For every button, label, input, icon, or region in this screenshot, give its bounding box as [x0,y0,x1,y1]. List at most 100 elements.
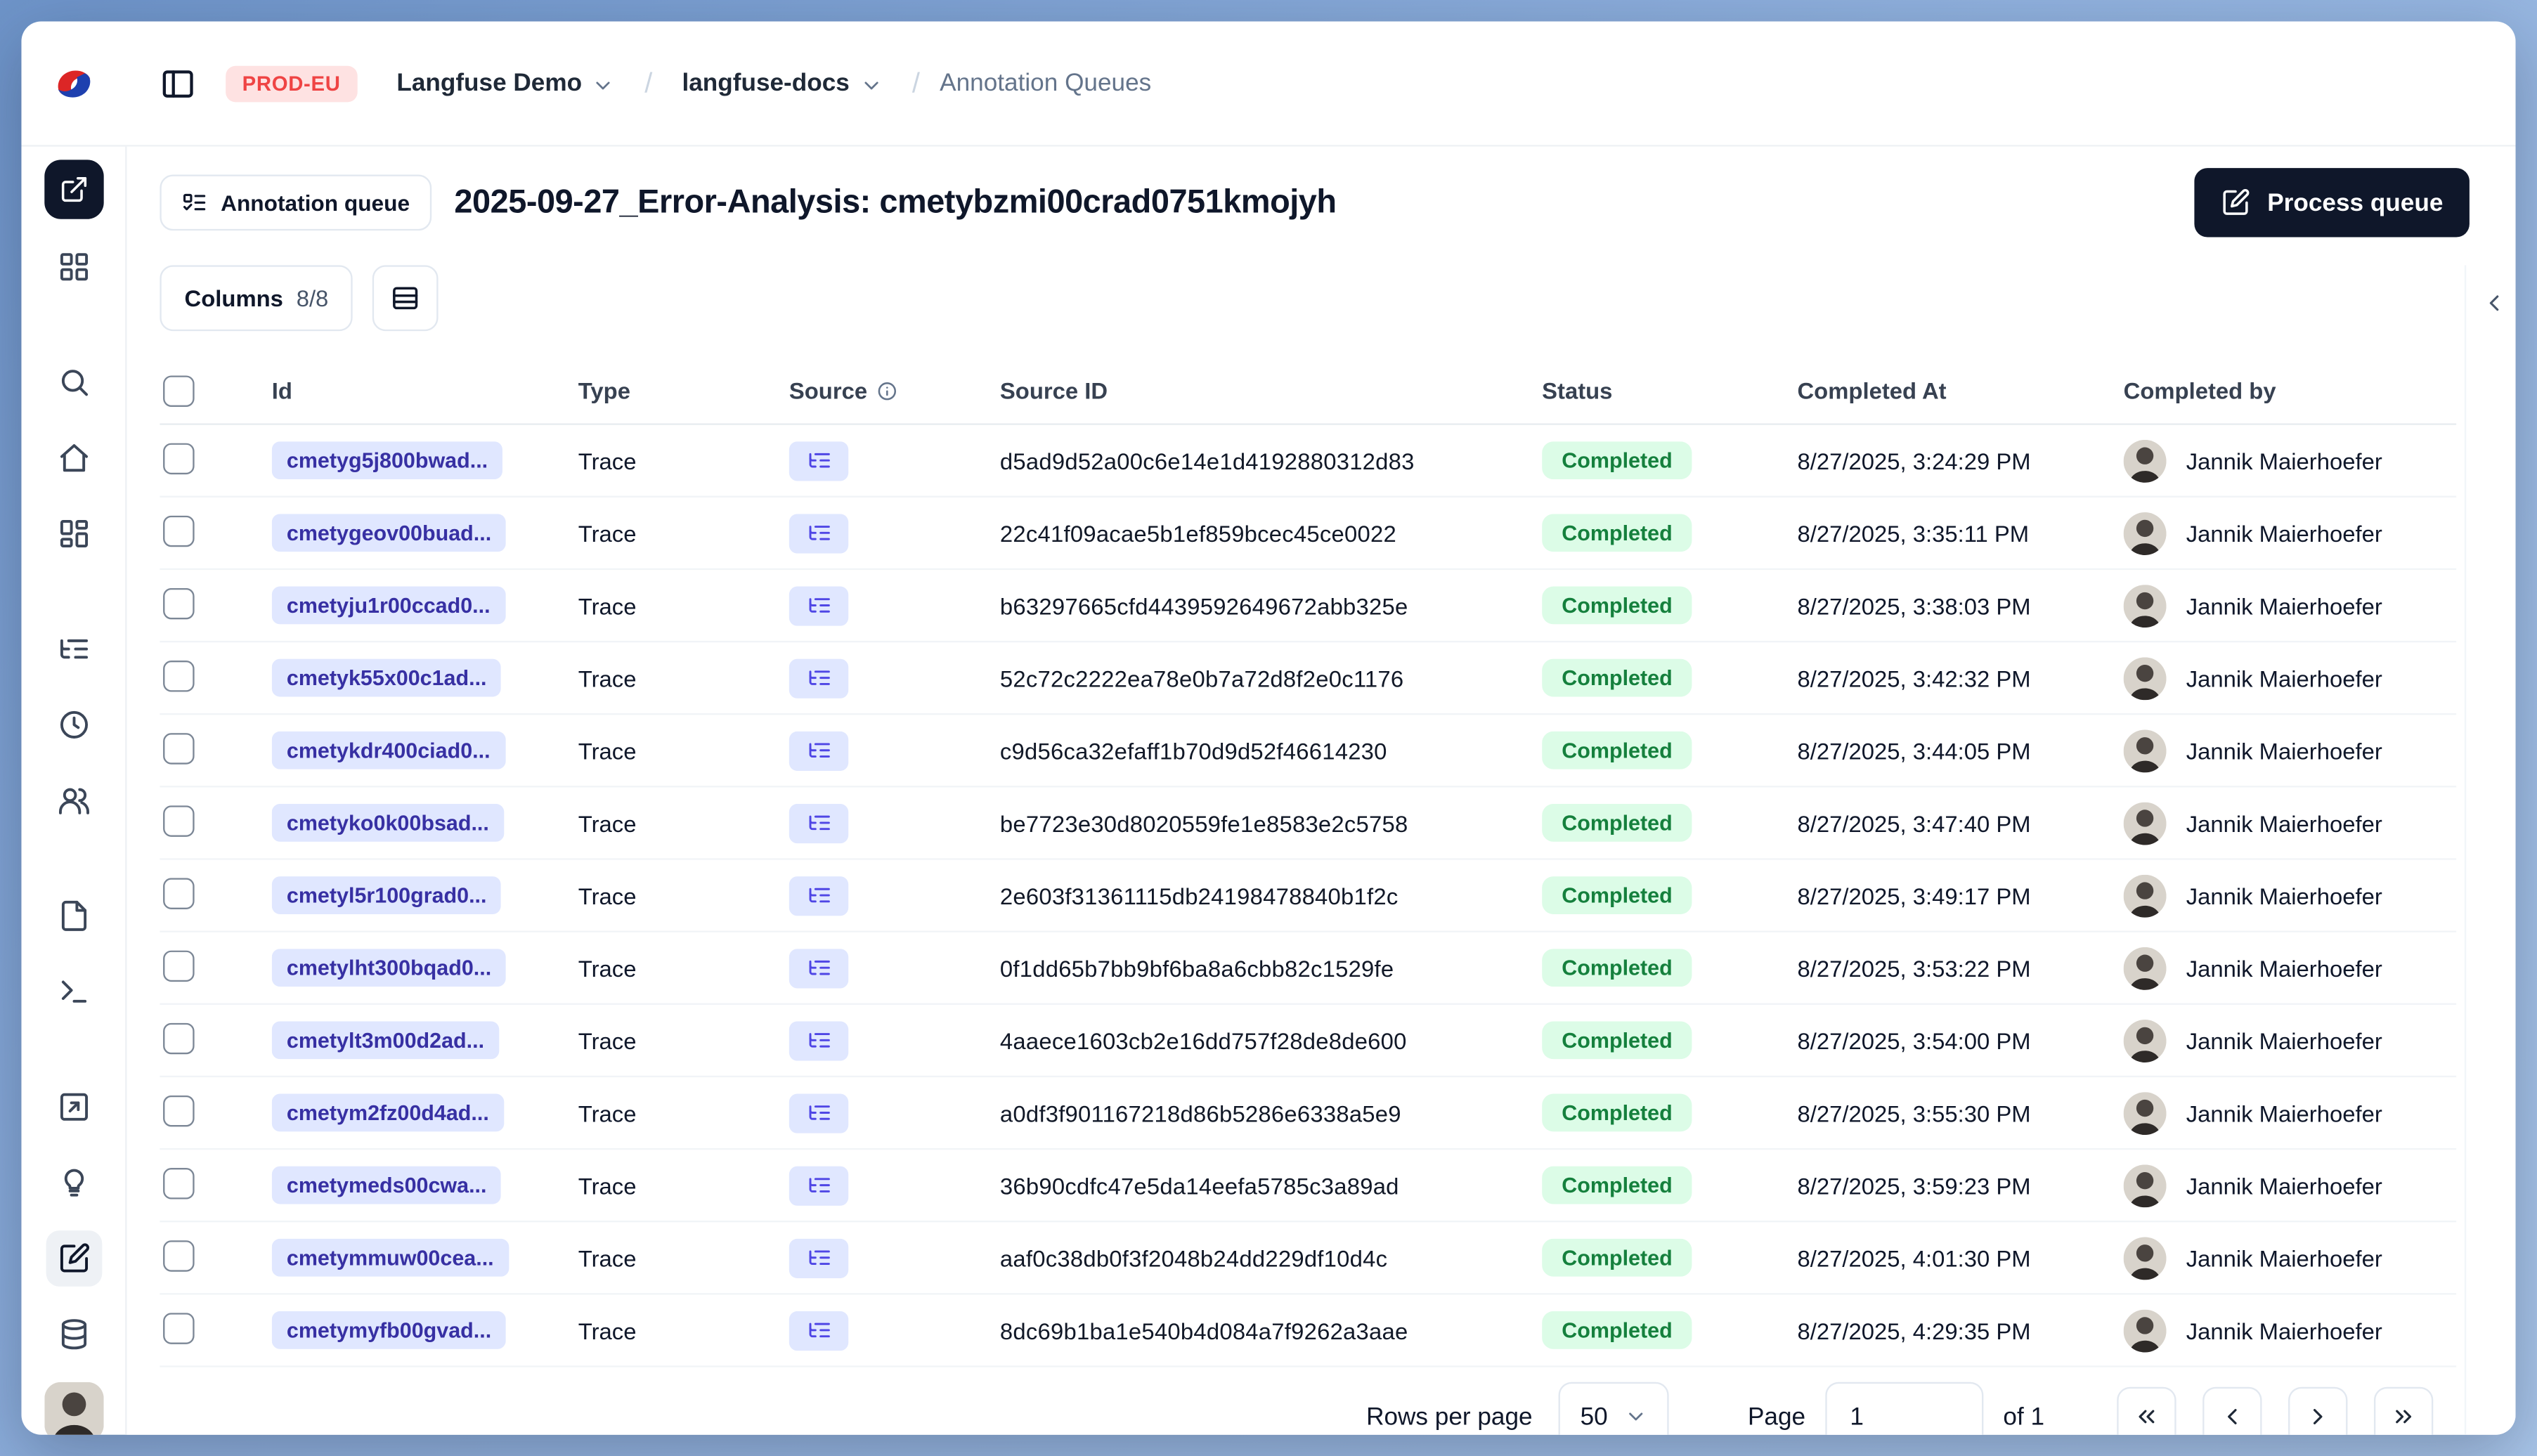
row-checkbox[interactable] [163,1312,195,1344]
sidebar-item-home[interactable] [45,430,101,486]
trace-source-chip[interactable] [789,1310,849,1351]
row-id-chip[interactable]: cmetykdr400ciad0... [271,731,505,769]
sidebar-item-evaluation[interactable] [45,1079,101,1135]
row-checkbox[interactable] [163,1022,195,1054]
chevron-left-icon [2481,290,2507,317]
queue-type-badge[interactable]: Annotation queue [160,174,432,231]
chevron-down-icon [859,73,883,96]
rows-per-page-select[interactable]: 50 [1559,1382,1669,1435]
org-name: Langfuse Demo [396,69,583,98]
table-row[interactable]: cmetykdr400ciad0... Trace c9d56ca32efaff… [160,715,2457,788]
row-id-chip[interactable]: cmetymyfb00gvad... [271,1311,507,1349]
row-source-id: 2e603f31361115db24198478840b1f2c [999,882,1399,909]
org-switcher[interactable]: Langfuse Demo [387,67,625,99]
columns-button[interactable]: Columns 8/8 [160,265,353,332]
previous-page-button[interactable] [2202,1386,2262,1435]
row-checkbox[interactable] [163,877,195,909]
row-checkbox[interactable] [163,949,195,981]
row-id-chip[interactable]: cmetylt3m00d2ad... [271,1021,500,1060]
trace-source-chip[interactable] [789,730,849,770]
trace-source-chip[interactable] [789,1020,849,1060]
table-row[interactable]: cmetym2fz00d4ad... Trace a0df3f901167218… [160,1077,2457,1150]
row-checkbox[interactable] [163,514,195,547]
sidebar-item-widgets[interactable] [45,239,101,295]
table-row[interactable]: cmetyk55x00c1ad... Trace 52c72c2222ea78e… [160,642,2457,715]
sidebar-item-insights[interactable] [45,1155,101,1211]
row-checkbox[interactable] [163,805,195,836]
info-icon[interactable] [877,379,898,401]
row-completed-by: Jannik Maierhoefer [2186,882,2382,909]
row-checkbox[interactable] [163,442,195,474]
langfuse-logo-icon[interactable] [53,62,96,105]
sidebar-item-datasets[interactable] [45,1306,101,1363]
sidebar-item-dashboards[interactable] [45,506,101,562]
next-page-button[interactable] [2288,1386,2348,1435]
breadcrumb-current-section[interactable]: Annotation Queues [940,69,1151,97]
trace-source-chip[interactable] [789,585,849,625]
row-id-chip[interactable]: cmetyko0k00bsad... [271,803,504,842]
row-source-id: b63297665cfd4439592649672abb325e [999,592,1408,619]
row-id-chip[interactable]: cmetyk55x00c1ad... [271,658,502,697]
avatar [2123,584,2167,627]
sidebar-item-quick-open[interactable] [44,160,103,219]
row-id-chip[interactable]: cmetyju1r00ccad0... [271,586,505,625]
last-page-button[interactable] [2373,1386,2434,1435]
row-height-button[interactable] [372,265,439,332]
trace-source-chip[interactable] [789,513,849,553]
row-id-chip[interactable]: cmetym2fz00d4ad... [271,1093,504,1132]
trace-source-chip[interactable] [789,875,849,916]
row-id-chip[interactable]: cmetylht300bqad0... [271,949,507,987]
trace-source-chip[interactable] [789,441,849,481]
sidebar-toggle-button[interactable] [160,65,196,102]
sidebar-item-tracing[interactable] [45,621,101,677]
trace-source-chip[interactable] [789,948,849,988]
first-page-button[interactable] [2117,1386,2176,1435]
table-row[interactable]: cmetylht300bqad0... Trace 0f1dd65b7bb9bf… [160,932,2457,1005]
table-row[interactable]: cmetyg5j800bwad... Trace d5ad9d52a00c6e1… [160,425,2457,498]
trace-source-chip[interactable] [789,802,849,843]
table-row[interactable]: cmetyl5r100grad0... Trace 2e603f31361115… [160,860,2457,932]
row-id-chip[interactable]: cmetyg5j800bwad... [271,441,503,480]
collapse-panel-button[interactable] [2476,285,2512,322]
list-tree-icon [806,665,831,690]
table-row[interactable]: cmetymyfb00gvad... Trace 8dc69b1ba1e540b… [160,1295,2457,1367]
select-all-checkbox[interactable] [163,375,195,406]
project-switcher[interactable]: langfuse-docs [672,67,892,99]
trace-source-chip[interactable] [789,1237,849,1278]
terminal-icon [57,975,90,1008]
row-id-chip[interactable]: cmetymeds00cwa... [271,1166,502,1204]
sidebar-item-playground[interactable] [45,963,101,1020]
table-row[interactable]: cmetyko0k00bsad... Trace be7723e30d80205… [160,788,2457,860]
table-row[interactable]: cmetygeov00buad... Trace 22c41f09acae5b1… [160,498,2457,571]
table-row[interactable]: cmetylt3m00d2ad... Trace 4aaece1603cb2e1… [160,1005,2457,1078]
list-tree-icon [806,1173,831,1197]
row-checkbox[interactable] [163,1239,195,1271]
user-avatar[interactable] [44,1382,103,1435]
table-row[interactable]: cmetyju1r00ccad0... Trace b63297665cfd44… [160,570,2457,643]
table-row[interactable]: cmetymeds00cwa... Trace 36b90cdfc47e5da1… [160,1150,2457,1223]
row-id-chip[interactable]: cmetygeov00buad... [271,514,507,552]
row-checkbox[interactable] [163,1166,195,1199]
trace-source-chip[interactable] [789,1093,849,1133]
row-checkbox[interactable] [163,732,195,764]
database-icon [57,1318,90,1351]
file-icon [57,899,90,932]
trace-source-chip[interactable] [789,658,849,698]
row-id-chip[interactable]: cmetymmuw00cea... [271,1238,509,1277]
row-checkbox[interactable] [163,659,195,691]
row-checkbox[interactable] [163,1094,195,1126]
row-id-chip[interactable]: cmetyl5r100grad0... [271,876,502,915]
main-content: Annotation queue 2025-09-27_Error-Analys… [126,146,2516,1435]
sidebar-item-prompts[interactable] [45,888,101,944]
process-queue-button[interactable]: Process queue [2195,168,2470,238]
row-checkbox[interactable] [163,587,195,619]
sidebar-item-users[interactable] [45,772,101,828]
page-number-input[interactable]: 1 [1825,1382,1984,1435]
row-completed-at: 8/27/2025, 3:55:30 PM [1797,1099,2031,1126]
table-row[interactable]: cmetymmuw00cea... Trace aaf0c38db0f3f204… [160,1222,2457,1295]
environment-badge[interactable]: PROD-EU [226,65,358,102]
sidebar-item-annotation-queues[interactable] [45,1230,102,1287]
trace-source-chip[interactable] [789,1165,849,1205]
sidebar-item-search[interactable] [45,354,101,410]
sidebar-item-sessions[interactable] [45,697,101,753]
